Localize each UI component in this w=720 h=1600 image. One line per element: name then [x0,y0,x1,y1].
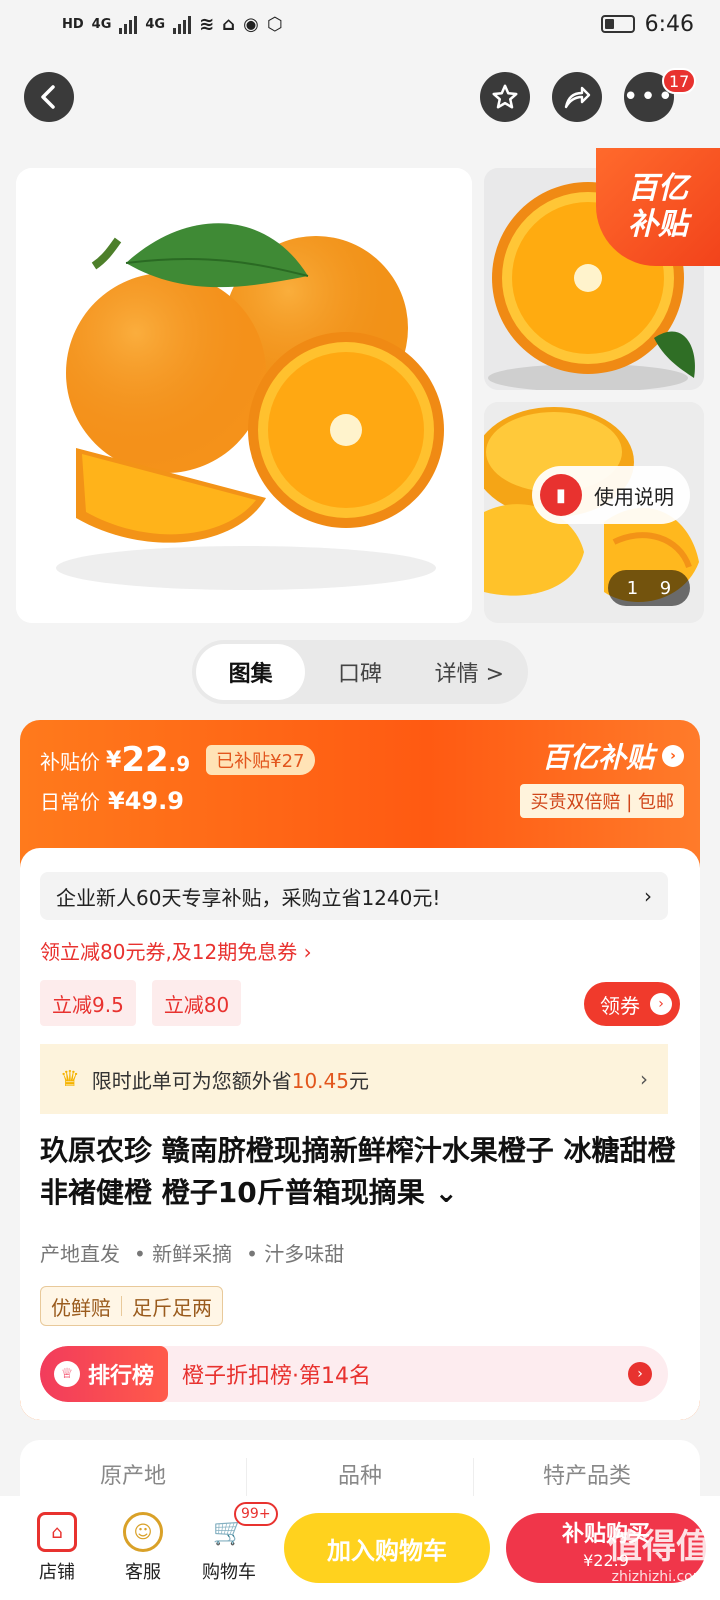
signal-icon [119,14,138,34]
promo-card: 企业新人60天专享补贴，采购立省1240元! › 领立减80元券,及12期免息券… [20,848,700,1420]
shield-icon: ⬡ [266,13,283,35]
corner-line2: 补贴 [628,207,688,242]
status-bar: HD 4G 4G ≋ ⌂ ◉ ⬡ 6:46 [0,0,720,48]
regular-price-label: 日常价 [40,790,100,814]
price-decimal: .9 [168,752,191,776]
media-tabs: 图集 口碑 详情 > [192,640,528,704]
watermark-text: 值得值 [608,1527,710,1567]
discount-chip: 立减9.5 [40,980,136,1026]
battery-icon [600,15,635,33]
bottom-action-bar: ⌂ 店铺 ☺ 客服 🛒 99+ 购物车 加入购物车 补贴购买 ¥22.9 值得值… [0,1496,720,1600]
discount-chip: 立减80 [151,980,242,1026]
guarantee-label: 买贵双倍赔 | 包邮 [520,784,684,818]
product-features: 产地直发 • 新鲜采摘 • 汁多味甜 [40,1238,344,1267]
favorite-button[interactable] [480,72,530,122]
watermark-url: zhizhizhi.com [611,1569,707,1585]
savings-suffix: 元 [349,1068,369,1093]
share-icon [564,86,591,109]
chevron-right-icon: › [640,1067,648,1091]
price-integer: 22 [121,740,169,780]
service-button[interactable]: ☺ 客服 [100,1512,186,1584]
regular-price-row: 日常价 ¥49.9 [40,786,184,815]
hd-indicator: HD [62,16,84,32]
enterprise-promo-bar[interactable]: 企业新人60天专享补贴，采购立省1240元! › [40,872,668,920]
service-label: 客服 [125,1562,161,1583]
notification-badge: 17 [662,68,697,94]
cart-button[interactable]: 🛒 99+ 购物车 [186,1502,278,1584]
shop-button[interactable]: ⌂ 店铺 [14,1512,100,1584]
usage-label: 使用说明 [594,484,674,509]
feature-item: • 新鲜采摘 [134,1242,233,1266]
chevron-right-icon: › [650,993,672,1015]
currency-symbol: ¥ [106,747,122,773]
watermark: 值得值 zhizhizhi.com [608,1530,710,1592]
coupon-link[interactable]: 领立减80元券,及12期免息券 › [40,936,312,965]
trophy-icon: ♕ [54,1361,80,1387]
network-type-2: 4G [145,16,166,32]
status-indicators: HD 4G 4G ≋ ⌂ ◉ ⬡ [62,14,283,35]
tab-gallery[interactable]: 图集 [196,644,306,700]
service-tag: 优鲜赔 [51,1295,111,1320]
chevron-right-icon: › [662,745,684,767]
regular-price-value: ¥49.9 [108,786,184,815]
status-time: 6:46 [644,11,694,37]
subsidized-amount-tag: 已补贴¥27 [206,745,315,775]
star-icon [492,84,518,109]
counter-total: 9 [659,577,672,599]
shop-icon: ⌂ [37,1512,77,1552]
subsidy-corner-badge: 百亿 补贴 [596,148,720,266]
cart-badge: 99+ [234,1502,278,1526]
ranking-label: ♕ 排行榜 [40,1346,169,1402]
book-icon: ▮ [540,474,582,516]
ranking-text: 橙子折扣榜·第14名 [182,1364,372,1389]
chevron-left-icon [41,85,55,109]
discount-chips: 立减9.5 立减80 [40,980,242,1026]
service-tags[interactable]: 优鲜赔 足斤足两 [40,1286,223,1326]
brand-text: 百亿补贴 [541,741,654,774]
counter-current: 1 [626,577,639,599]
add-to-cart-button[interactable]: 加入购物车 [284,1513,490,1583]
usage-instructions-button[interactable]: ▮ 使用说明 [532,466,690,524]
ranking-bar[interactable]: ♕ 排行榜 橙子折扣榜·第14名 › [40,1346,668,1402]
savings-amount: 10.45 [291,1068,349,1093]
shop-label: 店铺 [39,1562,75,1583]
subsidy-brand[interactable]: 百亿补贴 › 买贵双倍赔 | 包邮 [520,736,684,818]
signal-icon [173,14,192,34]
subsidy-price-label: 补贴价 [40,749,100,774]
corner-line1: 百亿 [628,171,688,206]
main-product-image[interactable] [16,168,472,623]
extra-savings-bar[interactable]: ♛ 限时此单可为您额外省10.45元 › [40,1044,668,1114]
cart-label: 购物车 [202,1562,256,1583]
service-tag: 足斤足两 [132,1295,212,1320]
get-coupon-button[interactable]: 领券 › [584,982,680,1026]
status-right: 6:46 [600,11,694,37]
feature-item: • 汁多味甜 [246,1242,345,1266]
customer-service-icon: ☺ [123,1512,163,1552]
subsidy-price-row: 补贴价 ¥ 22 .9 已补贴¥27 [40,740,315,780]
price-card: 补贴价 ¥ 22 .9 已补贴¥27 日常价 ¥49.9 百亿补贴 › 买贵双倍… [20,720,700,1420]
crown-icon: ♛ [60,1066,80,1092]
tab-reviews[interactable]: 口碑 [305,644,414,700]
enterprise-promo-text: 企业新人60天专享补贴，采购立省1240元! [56,885,441,910]
chevron-right-icon: › [628,1362,652,1386]
share-button[interactable] [552,72,602,122]
tab-details[interactable]: 详情 > [415,644,524,700]
extra-savings-text: 限时此单可为您额外省10.45元 [92,1065,369,1094]
chevron-right-icon: › [644,884,652,908]
oranges-image [16,168,472,623]
back-button[interactable] [24,72,74,122]
savings-prefix: 限时此单可为您额外省 [91,1068,292,1093]
get-coupon-label: 领券 [600,993,640,1018]
gift-icon: ⌂ [222,13,236,35]
network-type-1: 4G [91,16,112,32]
product-title[interactable]: 玖原农珍 赣南脐橙现摘新鲜榨汁水果橙子 冰糖甜橙非褚健橙 橙子10斤普箱现摘果 … [40,1130,680,1214]
wifi-icon: ≋ [199,13,215,35]
image-counter: 1 9 [608,570,690,606]
ranking-label-text: 排行榜 [88,1364,155,1389]
feature-item: 产地直发 [40,1242,120,1266]
wechat-icon: ◉ [243,13,259,35]
subsidy-brand-title: 百亿补贴 › [542,736,684,776]
